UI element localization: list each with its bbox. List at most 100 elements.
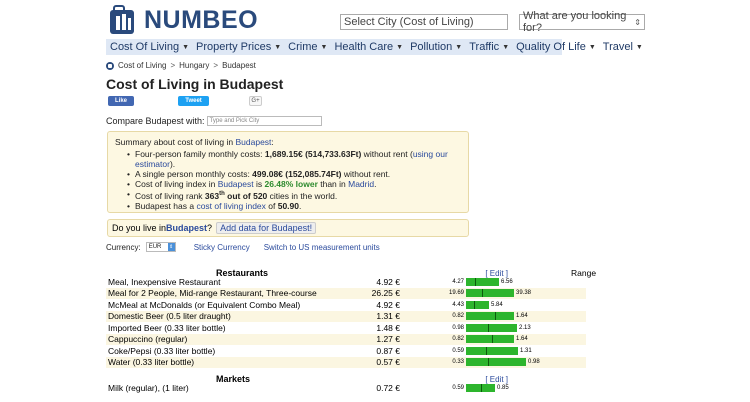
range-max: 39.38 [516, 290, 532, 297]
range-average-marker [492, 335, 493, 344]
nav-pollution[interactable]: Pollution ▼ [406, 41, 465, 53]
currency-label: Currency: [106, 242, 141, 252]
summary-box: Summary about cost of living in Budapest… [107, 131, 469, 213]
range-min: 4.27 [452, 278, 464, 285]
range-average-marker [488, 323, 489, 332]
range-average-marker [488, 358, 489, 367]
numbeo-logo[interactable]: NUMBEO [108, 4, 258, 36]
range-average-marker [474, 300, 475, 309]
breadcrumb-hungary[interactable]: Hungary [179, 61, 209, 70]
compare-label: Compare Budapest with: [106, 116, 205, 126]
item-price: 1.31 € [376, 311, 400, 322]
price-range: 19.69 39.38 [436, 288, 586, 298]
range-min: 0.82 [452, 313, 464, 320]
item-price: 1.27 € [376, 334, 400, 345]
range-min: 0.59 [452, 384, 464, 391]
item-name: Cappuccino (regular) [108, 334, 188, 345]
table-row: Water (0.33 liter bottle) 0.57 € 0.33 0.98 [106, 356, 586, 368]
tweet-button[interactable]: Tweet [178, 96, 209, 106]
item-price: 4.92 € [376, 299, 400, 310]
item-price: 26.25 € [371, 288, 400, 299]
range-bar [466, 335, 514, 344]
caret-down-icon: ▼ [455, 43, 463, 51]
home-icon[interactable] [106, 61, 114, 70]
facebook-like-button[interactable]: Like [108, 96, 134, 106]
caret-down-icon: ▼ [635, 43, 643, 51]
table-row: Coke/Pepsi (0.33 liter bottle) 0.87 € 0.59… [106, 345, 586, 357]
breadcrumb-cost-of-living[interactable]: Cost of Living [118, 61, 166, 70]
caret-down-icon: ▼ [182, 43, 190, 51]
summary-family-cost: Four-person family monthly costs: 1,689.… [127, 149, 461, 169]
item-name: Meal for 2 People, Mid-range Restaurant,… [108, 288, 317, 299]
caret-down-icon: ▼ [502, 43, 510, 51]
item-price: 1.48 € [376, 322, 400, 333]
summary-heading: Summary about cost of living in Budapest… [115, 137, 274, 147]
item-name: Domestic Beer (0.5 liter draught) [108, 311, 231, 322]
caret-down-icon: ▼ [396, 43, 404, 51]
price-range: 0.59 0.85 [436, 383, 586, 393]
range-max: 0.98 [528, 359, 540, 366]
range-min: 19.69 [448, 290, 464, 297]
breadcrumb-budapest[interactable]: Budapest [222, 61, 256, 70]
item-name: Meal, Inexpensive Restaurant [108, 276, 221, 287]
city-link[interactable]: Budapest [235, 137, 271, 147]
range-bar [466, 346, 518, 355]
range-average-marker [481, 383, 482, 392]
table-row: Domestic Beer (0.5 liter draught) 1.31 € 0… [106, 310, 586, 322]
nav-health-care[interactable]: Health Care ▼ [330, 41, 406, 53]
select-arrows-icon: ⇕ [167, 243, 175, 251]
range-max: 5.84 [491, 301, 503, 308]
cost-of-living-index-link[interactable]: cost of living index [196, 201, 265, 211]
price-range: 0.98 2.13 [436, 323, 586, 333]
range-min: 0.98 [452, 324, 464, 331]
switch-units-link[interactable]: Switch to US measurement units [264, 243, 380, 252]
spinner-arrows-icon: ⇕ [634, 17, 641, 27]
breadcrumb-separator: > [213, 61, 219, 70]
page-title: Cost of Living in Budapest [106, 76, 284, 92]
breadcrumb-separator: > [170, 61, 176, 70]
caret-down-icon: ▼ [320, 43, 328, 51]
price-range: 4.27 6.56 [436, 277, 586, 287]
site-search-placeholder: What are you looking for? [523, 10, 627, 34]
item-name: Milk (regular), (1 liter) [108, 382, 189, 393]
item-price: 0.87 € [376, 345, 400, 356]
site-search-input[interactable]: What are you looking for? ⇕ [519, 10, 645, 34]
nav-quality-of-life[interactable]: Quality Of Life ▼ [512, 41, 599, 53]
nav-traffic[interactable]: Traffic ▼ [465, 41, 512, 53]
range-bar [466, 312, 514, 321]
price-range: 0.59 1.31 [436, 346, 586, 356]
table-row: Imported Beer (0.33 liter bottle) 1.48 € 0… [106, 322, 586, 334]
nav-cost-of-living[interactable]: Cost Of Living ▼ [106, 41, 192, 53]
item-name: Coke/Pepsi (0.33 liter bottle) [108, 345, 216, 356]
summary-single-cost: A single person monthly costs: 499.08€ (… [127, 169, 461, 179]
price-range: 0.33 0.98 [436, 357, 586, 367]
range-bar [466, 323, 517, 332]
range-max: 6.56 [501, 278, 513, 285]
nav-property-prices[interactable]: Property Prices ▼ [192, 41, 284, 53]
nav-crime[interactable]: Crime ▼ [284, 41, 330, 53]
range-bar [466, 277, 499, 286]
table-row: Milk (regular), (1 liter) 0.72 € 0.59 0.85 [106, 382, 586, 394]
caret-down-icon: ▼ [588, 43, 596, 51]
currency-select[interactable]: EUR ⇕ [145, 242, 176, 252]
item-name: Imported Beer (0.33 liter bottle) [108, 322, 226, 333]
table-row: Cappuccino (regular) 1.27 € 0.82 1.64 [106, 333, 586, 345]
price-range: 4.43 5.84 [436, 300, 586, 310]
range-min: 4.43 [452, 301, 464, 308]
google-plus-button[interactable]: G+ [249, 96, 262, 106]
logo-icon [108, 4, 140, 36]
range-min: 0.82 [452, 336, 464, 343]
currency-row: Currency: EUR ⇕ Sticky Currency Switch t… [106, 242, 380, 252]
range-max: 1.64 [516, 313, 528, 320]
add-data-button[interactable]: Add data for Budapest! [216, 222, 317, 234]
item-price: 0.72 € [376, 382, 400, 393]
city-search-input[interactable]: Select City (Cost of Living) [340, 14, 508, 30]
compare-city-input[interactable]: Type and Pick City [206, 116, 322, 126]
sticky-currency-link[interactable]: Sticky Currency [194, 243, 250, 252]
range-bar [466, 358, 526, 367]
nav-travel[interactable]: Travel ▼ [599, 41, 646, 53]
madrid-link[interactable]: Madrid [348, 179, 374, 189]
item-name: Water (0.33 liter bottle) [108, 357, 195, 368]
range-bar [466, 300, 489, 309]
range-min: 0.33 [452, 359, 464, 366]
